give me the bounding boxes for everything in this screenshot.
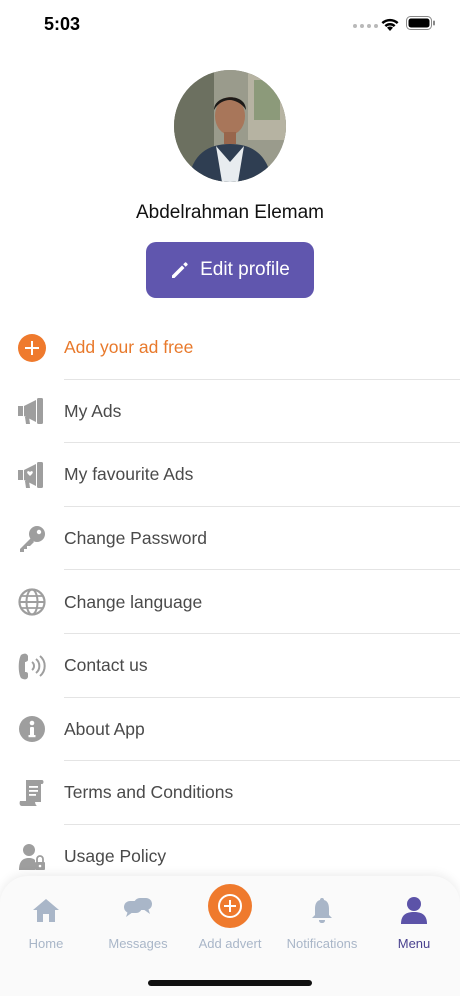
- menu-item-label: My Ads: [64, 400, 122, 421]
- wifi-icon: [381, 18, 399, 31]
- pencil-icon: [172, 262, 188, 278]
- menu-item-label: About App: [64, 718, 145, 739]
- menu-item-terms[interactable]: Terms and Conditions: [0, 761, 460, 825]
- tab-home[interactable]: Home: [0, 892, 92, 951]
- menu-item-add-ad[interactable]: Add your ad free: [0, 316, 460, 380]
- document-icon: [16, 777, 48, 809]
- phone-icon: [16, 650, 48, 682]
- user-icon: [368, 892, 460, 928]
- tab-notifications[interactable]: Notifications: [276, 892, 368, 951]
- menu-item-label: My favourite Ads: [64, 464, 194, 485]
- tab-bar: Home Messages Add advert Notifications M…: [0, 876, 460, 996]
- menu-item-change-password[interactable]: Change Password: [0, 507, 460, 571]
- status-time: 5:03: [44, 14, 81, 34]
- globe-icon: [16, 586, 48, 618]
- user-lock-icon: [16, 841, 48, 873]
- menu-list: Add your ad free My Ads My favourite Ads…: [0, 316, 460, 888]
- megaphone-heart-icon: [16, 459, 48, 491]
- menu-item-change-language[interactable]: Change language: [0, 570, 460, 634]
- status-bar: 5:03: [0, 0, 460, 48]
- battery-icon: [406, 16, 435, 30]
- tab-label: Home: [28, 936, 64, 951]
- tab-label: Add advert: [198, 936, 262, 951]
- tab-menu[interactable]: Menu: [368, 892, 460, 951]
- profile-name: Abdelrahman Elemam: [136, 202, 324, 223]
- menu-item-label: Change language: [64, 591, 203, 612]
- menu-item-label: Change Password: [64, 528, 207, 549]
- menu-item-favourite-ads[interactable]: My favourite Ads: [0, 443, 460, 507]
- tab-label: Notifications: [286, 936, 358, 951]
- plus-circle-icon: [16, 332, 48, 364]
- add-circle-icon: [184, 884, 276, 928]
- menu-item-label: Terms and Conditions: [64, 782, 234, 803]
- signal-icon: [353, 24, 378, 28]
- home-icon: [0, 892, 92, 928]
- edit-profile-button[interactable]: Edit profile: [146, 242, 314, 298]
- bell-icon: [276, 892, 368, 928]
- menu-item-label: Usage Policy: [64, 846, 167, 867]
- menu-item-label: Contact us: [64, 655, 148, 676]
- menu-item-about-app[interactable]: About App: [0, 698, 460, 762]
- home-indicator: [148, 980, 312, 986]
- menu-item-contact-us[interactable]: Contact us: [0, 634, 460, 698]
- menu-item-label: Add your ad free: [64, 337, 194, 358]
- info-icon: [16, 713, 48, 745]
- tab-label: Messages: [108, 936, 168, 951]
- megaphone-icon: [16, 395, 48, 427]
- menu-item-my-ads[interactable]: My Ads: [0, 380, 460, 444]
- tab-label: Menu: [397, 936, 431, 951]
- tab-add-advert[interactable]: Add advert: [184, 884, 276, 951]
- tab-messages[interactable]: Messages: [92, 892, 184, 951]
- chat-icon: [92, 892, 184, 928]
- edit-profile-label: Edit profile: [200, 259, 290, 280]
- profile-header: Abdelrahman Elemam Edit profile: [0, 70, 460, 298]
- key-icon: [16, 523, 48, 555]
- avatar[interactable]: [174, 70, 286, 182]
